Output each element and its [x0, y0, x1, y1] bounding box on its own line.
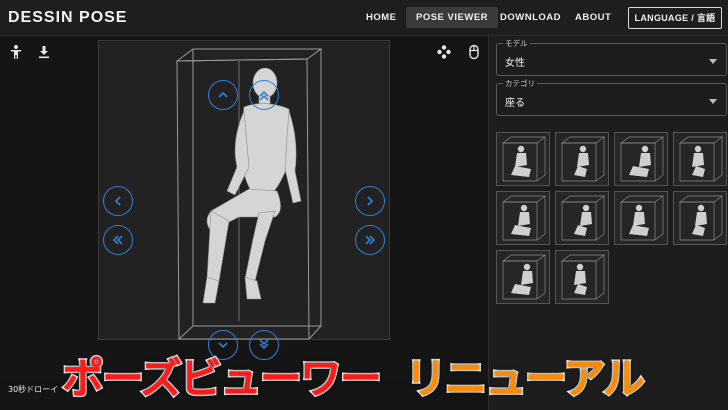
rotate-left-fast-button[interactable] [103, 225, 133, 255]
category-select-label: カテゴリ [503, 78, 537, 89]
model-select-value: 女性 [505, 58, 525, 69]
pose-thumbnail[interactable] [496, 132, 550, 186]
drawing-timer-label[interactable]: 30秒ドローイ [8, 384, 58, 395]
model-select[interactable]: モデル 女性 [496, 38, 727, 76]
mouse-icon[interactable] [466, 44, 482, 60]
model-select-label: モデル [503, 38, 530, 49]
nav-download[interactable]: DOWNLOAD [490, 7, 571, 28]
rotate-up-button[interactable] [208, 80, 238, 110]
nav-about[interactable]: ABOUT [565, 7, 621, 28]
pose-thumbnail[interactable] [673, 191, 727, 245]
rotate-right-fast-button[interactable] [355, 225, 385, 255]
category-select[interactable]: カテゴリ 座る [496, 78, 727, 116]
gamepad-icon[interactable] [436, 44, 452, 60]
nav-pose-viewer[interactable]: POSE VIEWER [406, 7, 499, 28]
pose-thumbnail[interactable] [555, 132, 609, 186]
pose-thumbnail[interactable] [614, 132, 668, 186]
pose-thumbnail[interactable] [614, 191, 668, 245]
banner-title-part2: リニューアル [404, 353, 647, 405]
chevron-down-icon [709, 99, 717, 104]
category-select-value: 座る [505, 98, 525, 109]
pose-thumbnail[interactable] [496, 191, 550, 245]
brand-logo[interactable]: DESSIN POSE [8, 9, 127, 27]
pose-thumbnail[interactable] [673, 132, 727, 186]
pose-thumbnail[interactable] [555, 191, 609, 245]
nav-home[interactable]: HOME [356, 7, 407, 28]
language-button[interactable]: LANGUAGE / 言語 [628, 7, 722, 29]
rotate-top-button[interactable] [249, 80, 279, 110]
pose-thumbnail[interactable] [555, 250, 609, 304]
pose-thumbnail[interactable] [496, 250, 550, 304]
chevron-down-icon [709, 59, 717, 64]
person-icon[interactable] [8, 44, 24, 60]
download-icon[interactable] [36, 44, 52, 60]
banner-title-part1: ポーズビューワー [61, 353, 384, 405]
model-stage[interactable] [98, 40, 390, 340]
rotate-left-button[interactable] [103, 186, 133, 216]
pose-model-figure [175, 48, 323, 340]
rotate-right-button[interactable] [355, 186, 385, 216]
